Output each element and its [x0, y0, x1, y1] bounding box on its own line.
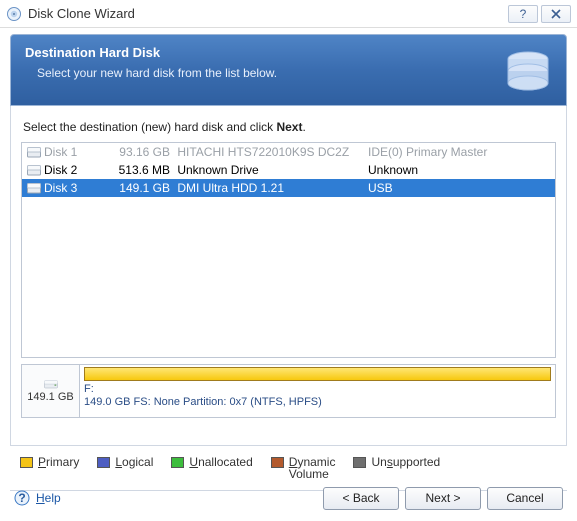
disk-name: Disk 2	[42, 163, 108, 177]
disk-size: 93.16 GB	[108, 145, 174, 159]
partition-letter: F:	[84, 383, 551, 396]
legend-swatch-dynamic	[271, 457, 284, 468]
help-link[interactable]: ? Help	[14, 490, 61, 506]
partition-details: 149.0 GB FS: None Partition: 0x7 (NTFS, …	[84, 396, 551, 409]
window-controls: ?	[505, 5, 571, 23]
disk-size: 149.1 GB	[108, 181, 174, 195]
svg-text:?: ?	[18, 491, 25, 505]
header-subtitle: Select your new hard disk from the list …	[25, 66, 552, 80]
disk-interface: USB	[364, 181, 553, 195]
hdd-icon	[26, 183, 42, 194]
legend-unallocated-key: U	[189, 455, 198, 469]
legend-unsupported-text: upported	[393, 455, 440, 469]
back-button[interactable]: < Back	[323, 487, 399, 510]
disk-interface: Unknown	[364, 163, 553, 177]
legend-swatch-logical	[97, 457, 110, 468]
legend-primary-text: rimary	[46, 455, 79, 469]
titlebar: Disk Clone Wizard ?	[0, 0, 577, 28]
cancel-button[interactable]: Cancel	[487, 487, 563, 510]
thumbnail-size: 149.1 GB	[27, 391, 73, 403]
next-button[interactable]: Next >	[405, 487, 481, 510]
svg-text:?: ?	[520, 8, 527, 20]
legend-swatch-primary	[20, 457, 33, 468]
partition-bar-primary[interactable]	[84, 367, 551, 381]
legend-dynamic: DynamicVolume	[271, 456, 336, 480]
app-icon	[6, 6, 22, 22]
instruction-post: .	[302, 120, 305, 134]
footer: ? Help < Back Next > Cancel	[0, 481, 577, 515]
help-icon: ?	[14, 490, 30, 506]
disk-row: Disk 193.16 GB HITACHI HTS722010K9S DC2Z…	[22, 143, 555, 161]
next-key: N	[425, 491, 434, 505]
header-title: Destination Hard Disk	[25, 45, 552, 60]
disk-model: DMI Ultra HDD 1.21	[174, 181, 364, 195]
disk-size: 513.6 MB	[108, 163, 174, 177]
wizard-header: Destination Hard Disk Select your new ha…	[10, 34, 567, 106]
disk-model: HITACHI HTS722010K9S DC2Z	[174, 145, 364, 159]
help-text: elp	[45, 491, 61, 505]
disk-name: Disk 3	[42, 181, 108, 195]
selected-disk-detail: 149.1 GB F: 149.0 GB FS: None Partition:…	[21, 364, 556, 418]
legend-unallocated: Unallocated	[171, 456, 252, 468]
disk-list[interactable]: Disk 193.16 GB HITACHI HTS722010K9S DC2Z…	[21, 142, 556, 358]
legend-primary: Primary	[20, 456, 79, 468]
legend-dynamic-extra: Volume	[289, 467, 329, 481]
wizard-window: { "titlebar": { "title": "Disk Clone Wiz…	[0, 0, 577, 521]
disk-stack-icon	[500, 43, 556, 99]
cancel-text: ancel	[515, 491, 544, 505]
close-button[interactable]	[541, 5, 571, 23]
instruction-text: Select the destination (new) hard disk a…	[23, 120, 554, 134]
help-button[interactable]: ?	[508, 5, 538, 23]
legend-swatch-unsupported	[353, 457, 366, 468]
disk-row[interactable]: Disk 3149.1 GB DMI Ultra HDD 1.21USB	[22, 179, 555, 197]
partition-info: F: 149.0 GB FS: None Partition: 0x7 (NTF…	[80, 365, 555, 417]
legend-unsupported: Unsupported	[353, 456, 440, 468]
hdd-icon	[44, 379, 58, 390]
disk-model: Unknown Drive	[174, 163, 364, 177]
legend-primary-key: P	[38, 455, 46, 469]
disk-row[interactable]: Disk 2513.6 MB Unknown DriveUnknown	[22, 161, 555, 179]
disk-interface: IDE(0) Primary Master	[364, 145, 553, 159]
legend-logical-text: ogical	[122, 455, 153, 469]
cancel-key: C	[506, 491, 515, 505]
instruction-bold: Next	[276, 120, 302, 134]
hdd-icon	[26, 165, 42, 176]
instruction-pre: Select the destination (new) hard disk a…	[23, 120, 276, 134]
wizard-body: Select the destination (new) hard disk a…	[10, 106, 567, 446]
window-title: Disk Clone Wizard	[28, 6, 505, 21]
help-key: H	[36, 491, 45, 505]
legend-logical: Logical	[97, 456, 153, 468]
next-text: ext >	[434, 491, 460, 505]
legend-unallocated-text: nallocated	[198, 455, 253, 469]
hdd-icon	[26, 147, 42, 158]
legend: Primary Logical Unallocated DynamicVolum…	[10, 452, 567, 484]
disk-thumbnail: 149.1 GB	[22, 365, 80, 417]
legend-swatch-unallocated	[171, 457, 184, 468]
legend-unsupported-pre: Un	[371, 455, 386, 469]
disk-name: Disk 1	[42, 145, 108, 159]
